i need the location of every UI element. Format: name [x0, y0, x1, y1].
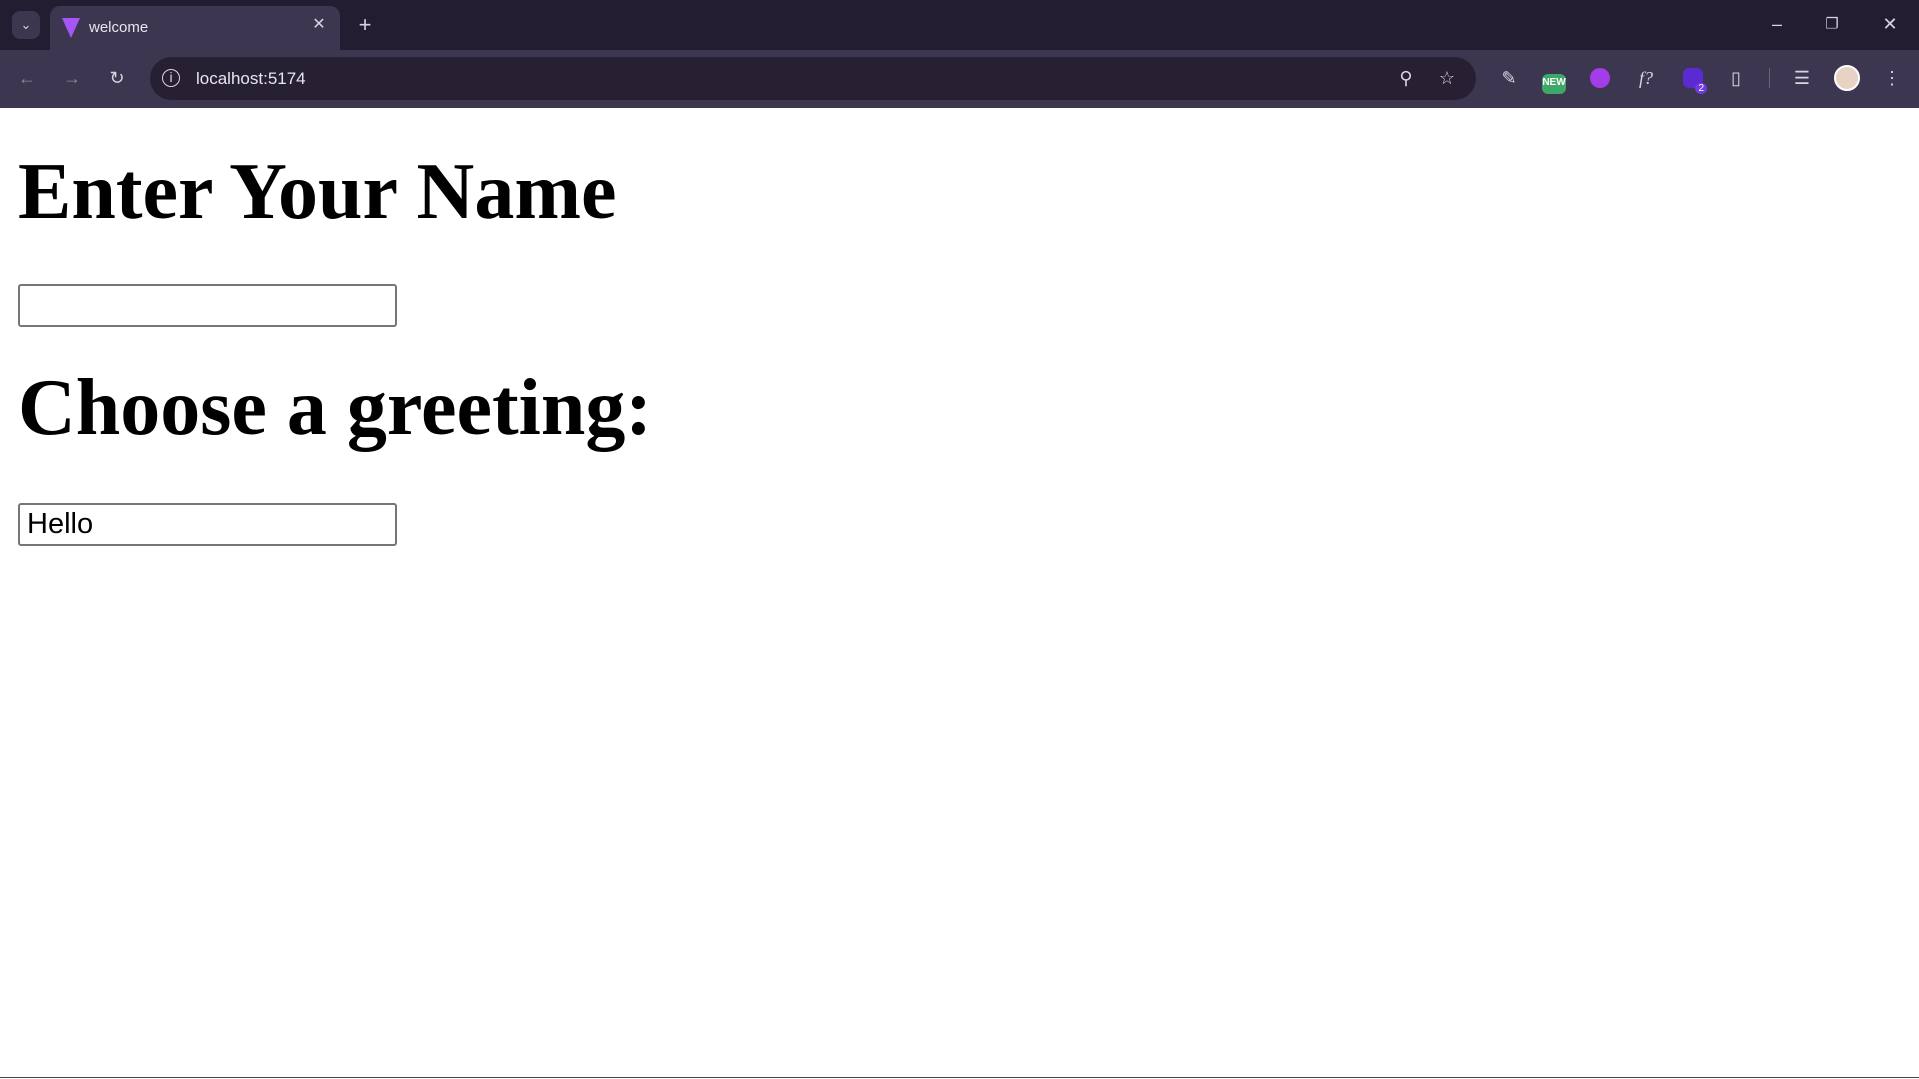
tab-strip: ⌄ welcome ✕ + – ❐ ✕ [0, 0, 1919, 50]
greeting-input[interactable] [18, 503, 397, 546]
vite-favicon [62, 18, 80, 38]
new-extension-icon[interactable]: NEW [1542, 74, 1566, 94]
reload-icon[interactable]: ↻ [109, 69, 124, 87]
minimize-icon[interactable]: – [1772, 15, 1782, 33]
badge-extension-icon[interactable]: 2 [1683, 68, 1707, 94]
new-tab-icon[interactable]: + [359, 14, 372, 36]
toolbar-divider [1769, 68, 1770, 88]
extensions-puzzle-icon[interactable]: ▯ [1731, 69, 1741, 87]
tab-search-icon[interactable]: ⌄ [12, 11, 40, 39]
font-extension-icon[interactable]: f? [1639, 69, 1653, 87]
back-icon[interactable]: ← [18, 69, 36, 87]
close-tab-icon[interactable]: ✕ [312, 17, 325, 33]
media-control-icon[interactable]: ☰ [1794, 69, 1810, 87]
forward-icon[interactable]: → [63, 69, 81, 87]
site-info-icon[interactable]: i [162, 69, 180, 87]
address-bar[interactable]: i localhost:5174 ⚲ ☆ [150, 57, 1476, 100]
profile-avatar[interactable] [1834, 65, 1860, 91]
page-content: Enter Your Name Choose a greeting: [0, 108, 1919, 1078]
menu-kebab-icon[interactable]: ⋮ [1883, 69, 1901, 87]
name-input[interactable] [18, 284, 397, 327]
name-heading: Enter Your Name [18, 148, 617, 236]
zoom-icon[interactable]: ⚲ [1399, 69, 1412, 87]
purple-extension-icon[interactable] [1590, 68, 1610, 88]
bookmark-star-icon[interactable]: ☆ [1439, 69, 1455, 87]
url-text[interactable]: localhost:5174 [196, 69, 306, 89]
restore-icon[interactable]: ❐ [1825, 17, 1838, 32]
tab-welcome[interactable]: welcome ✕ [50, 6, 340, 50]
greeting-heading: Choose a greeting: [18, 364, 652, 452]
tab-title: welcome [89, 19, 149, 36]
close-window-icon[interactable]: ✕ [1882, 15, 1897, 33]
eyedropper-extension-icon[interactable]: ✎ [1501, 69, 1516, 87]
